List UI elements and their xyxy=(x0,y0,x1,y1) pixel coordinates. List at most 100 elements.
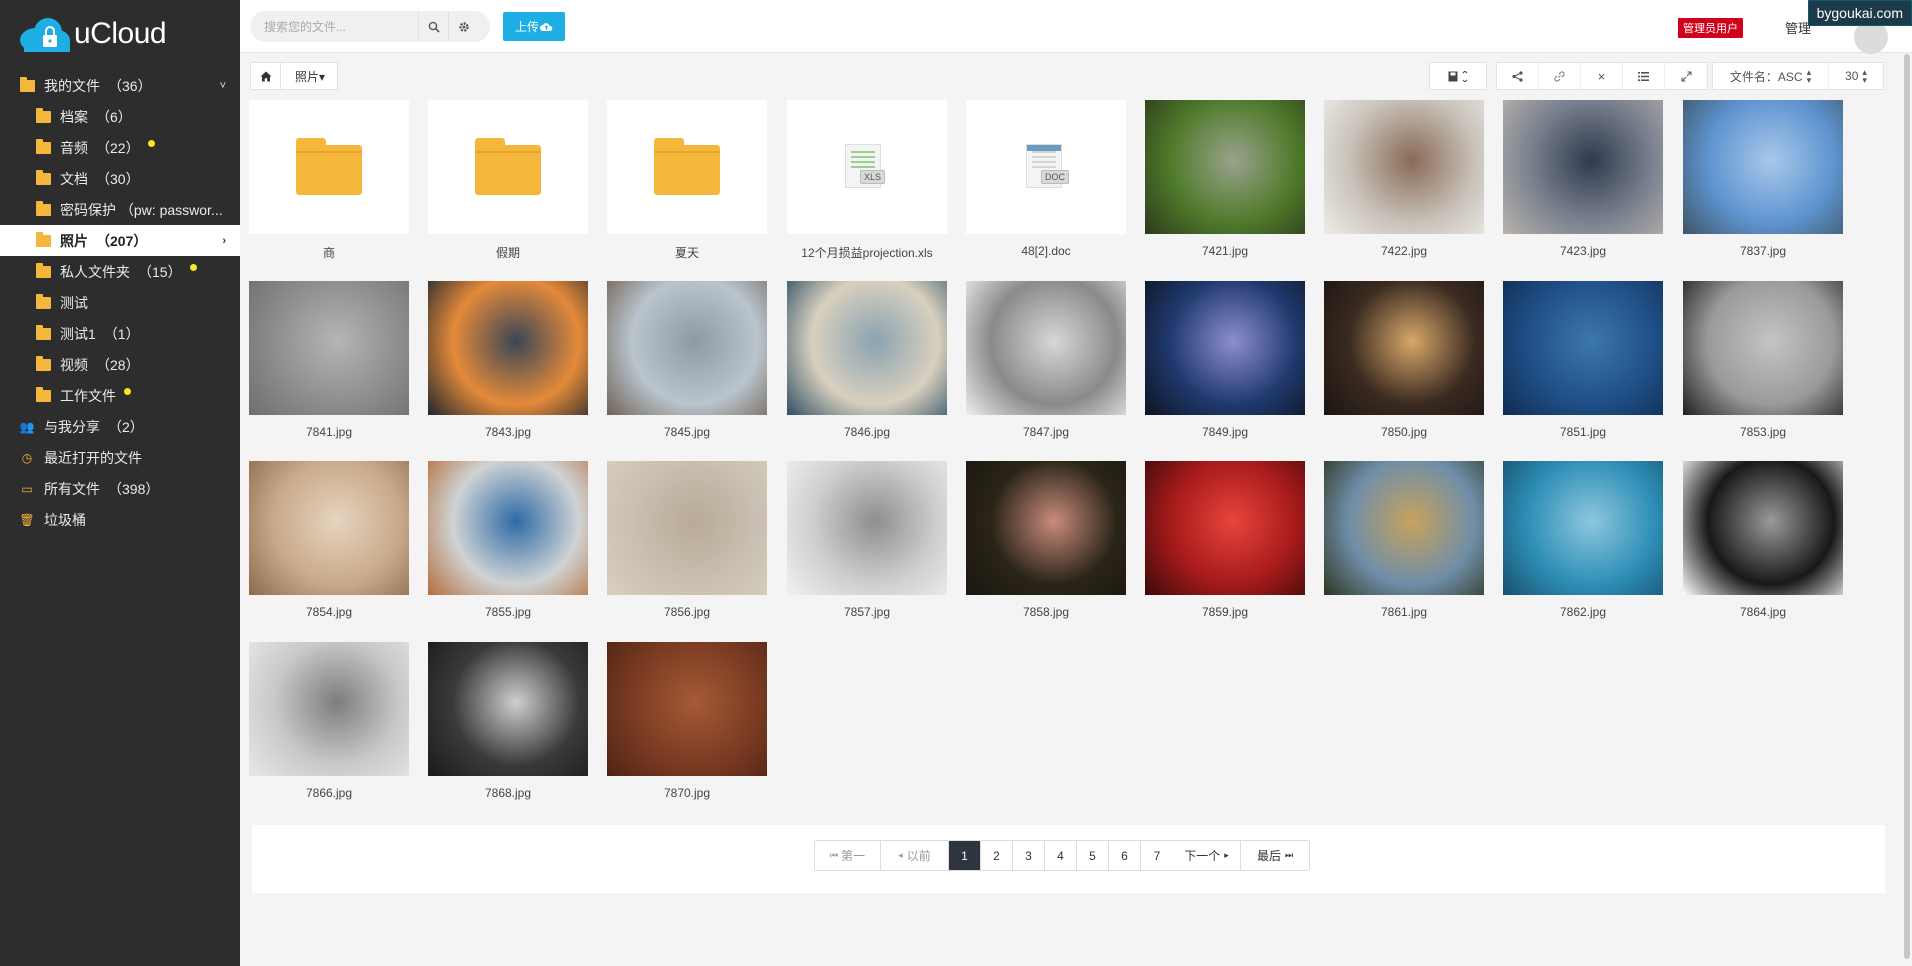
file-tile[interactable]: 7864.jpg xyxy=(1683,461,1843,619)
file-name[interactable]: 7854.jpg xyxy=(249,605,409,619)
file-name[interactable]: 7864.jpg xyxy=(1683,605,1843,619)
file-tile[interactable]: 7859.jpg xyxy=(1145,461,1305,619)
image-thumbnail[interactable] xyxy=(1145,281,1305,415)
page-number-button[interactable]: 1 xyxy=(949,841,981,870)
file-tile[interactable]: 7858.jpg xyxy=(966,461,1126,619)
file-name[interactable]: 7859.jpg xyxy=(1145,605,1305,619)
sidebar-item[interactable]: ▭ 所有文件 （398） xyxy=(0,473,240,504)
link-button[interactable] xyxy=(1539,63,1581,89)
file-name[interactable]: 7421.jpg xyxy=(1145,244,1305,258)
page-next-button[interactable]: 下一个 ▸ xyxy=(1173,841,1241,870)
file-tile[interactable]: 7853.jpg xyxy=(1683,281,1843,439)
file-tile[interactable]: 7423.jpg xyxy=(1503,100,1663,258)
image-thumbnail[interactable] xyxy=(787,461,947,595)
image-thumbnail[interactable] xyxy=(966,281,1126,415)
file-tile[interactable]: 7862.jpg xyxy=(1503,461,1663,619)
search-settings-button[interactable] xyxy=(448,11,478,42)
file-tile[interactable]: 7854.jpg xyxy=(249,461,409,619)
image-thumbnail[interactable] xyxy=(607,642,767,776)
sort-select[interactable]: 文件名：ASC ▴ ▾ xyxy=(1713,63,1829,89)
image-thumbnail[interactable] xyxy=(249,281,409,415)
file-name[interactable]: 7846.jpg xyxy=(787,425,947,439)
sidebar-item[interactable]: 照片 （207） › xyxy=(0,225,240,256)
file-name[interactable]: 7845.jpg xyxy=(607,425,767,439)
brand[interactable]: uCloud xyxy=(0,0,240,68)
sidebar-item[interactable]: 测试1 （1） xyxy=(0,318,240,349)
file-tile[interactable]: 7870.jpg xyxy=(607,642,767,800)
image-thumbnail[interactable] xyxy=(1145,461,1305,595)
image-thumbnail[interactable] xyxy=(428,281,588,415)
file-thumbnail[interactable] xyxy=(607,100,767,234)
delete-button[interactable]: × xyxy=(1581,63,1623,89)
sidebar-item[interactable]: 👥 与我分享 （2） xyxy=(0,411,240,442)
file-tile[interactable]: 7843.jpg xyxy=(428,281,588,439)
file-name[interactable]: 7856.jpg xyxy=(607,605,767,619)
page-number-button[interactable]: 7 xyxy=(1141,841,1173,870)
file-name[interactable]: 12个月损益projection.xls xyxy=(787,244,947,261)
file-thumbnail[interactable]: XLS xyxy=(787,100,947,234)
file-name[interactable]: 7862.jpg xyxy=(1503,605,1663,619)
file-tile[interactable]: XLS 12个月损益projection.xls xyxy=(787,100,947,261)
sidebar-item[interactable]: 音频 （22） xyxy=(0,132,240,163)
file-tile[interactable]: 7841.jpg xyxy=(249,281,409,439)
file-name[interactable]: 7868.jpg xyxy=(428,786,588,800)
sidebar-item[interactable]: 档案 （6） xyxy=(0,101,240,132)
file-name[interactable]: 7853.jpg xyxy=(1683,425,1843,439)
file-name[interactable]: 48[2].doc xyxy=(966,244,1126,258)
file-tile[interactable]: 7866.jpg xyxy=(249,642,409,800)
image-thumbnail[interactable] xyxy=(966,461,1126,595)
page-last-button[interactable]: 最后 ⏭ xyxy=(1241,841,1309,870)
file-tile[interactable]: 7861.jpg xyxy=(1324,461,1484,619)
image-thumbnail[interactable] xyxy=(1145,100,1305,234)
scrollbar[interactable] xyxy=(1903,54,1911,959)
file-name[interactable]: 7866.jpg xyxy=(249,786,409,800)
image-thumbnail[interactable] xyxy=(1324,100,1484,234)
scrollbar-thumb[interactable] xyxy=(1904,54,1910,959)
file-name[interactable]: 7847.jpg xyxy=(966,425,1126,439)
file-name[interactable]: 7849.jpg xyxy=(1145,425,1305,439)
page-number-button[interactable]: 5 xyxy=(1077,841,1109,870)
image-thumbnail[interactable] xyxy=(607,281,767,415)
sidebar-item[interactable]: 私人文件夹 （15） xyxy=(0,256,240,287)
per-page-select[interactable]: 30 ▴ ▾ xyxy=(1829,63,1883,89)
search-input[interactable] xyxy=(250,19,418,34)
image-thumbnail[interactable] xyxy=(1503,100,1663,234)
image-thumbnail[interactable] xyxy=(1324,461,1484,595)
image-thumbnail[interactable] xyxy=(1324,281,1484,415)
file-name[interactable]: 7423.jpg xyxy=(1503,244,1663,258)
sidebar-item[interactable]: 工作文件 xyxy=(0,380,240,411)
sidebar-item[interactable]: 测试 xyxy=(0,287,240,318)
sidebar-item[interactable]: 我的文件 （36） ˅ xyxy=(0,70,240,101)
file-thumbnail[interactable]: DOC xyxy=(966,100,1126,234)
image-thumbnail[interactable] xyxy=(1503,281,1663,415)
sidebar-item[interactable]: 密码保护 （pw: passwor... xyxy=(0,194,240,225)
image-thumbnail[interactable] xyxy=(249,642,409,776)
file-name[interactable]: 夏天 xyxy=(607,244,767,261)
page-number-button[interactable]: 4 xyxy=(1045,841,1077,870)
image-thumbnail[interactable] xyxy=(249,461,409,595)
sidebar-item[interactable]: 视频 （28） xyxy=(0,349,240,380)
image-thumbnail[interactable] xyxy=(1683,100,1843,234)
file-thumbnail[interactable] xyxy=(249,100,409,234)
sidebar-item[interactable]: 🗑 垃圾桶 xyxy=(0,504,240,535)
breadcrumb-current[interactable]: 照片▾ xyxy=(281,63,337,89)
file-tile[interactable]: 7855.jpg xyxy=(428,461,588,619)
file-name[interactable]: 7861.jpg xyxy=(1324,605,1484,619)
file-tile[interactable]: 7851.jpg xyxy=(1503,281,1663,439)
folder-tile[interactable]: 夏天 xyxy=(607,100,767,261)
breadcrumb-home[interactable] xyxy=(251,63,281,89)
file-name[interactable]: 7837.jpg xyxy=(1683,244,1843,258)
image-thumbnail[interactable] xyxy=(1683,461,1843,595)
file-tile[interactable]: 7422.jpg xyxy=(1324,100,1484,258)
file-name[interactable]: 7870.jpg xyxy=(607,786,767,800)
page-prev-button[interactable]: ◂ 以前 xyxy=(881,841,949,870)
page-first-button[interactable]: ⏮ 第一 xyxy=(815,841,881,870)
file-name[interactable]: 7855.jpg xyxy=(428,605,588,619)
file-tile[interactable]: 7421.jpg xyxy=(1145,100,1305,258)
sidebar-item[interactable]: 文档 （30） xyxy=(0,163,240,194)
file-tile[interactable]: 7868.jpg xyxy=(428,642,588,800)
page-number-button[interactable]: 6 xyxy=(1109,841,1141,870)
image-thumbnail[interactable] xyxy=(1683,281,1843,415)
file-name[interactable]: 7850.jpg xyxy=(1324,425,1484,439)
file-tile[interactable]: DOC 48[2].doc xyxy=(966,100,1126,258)
